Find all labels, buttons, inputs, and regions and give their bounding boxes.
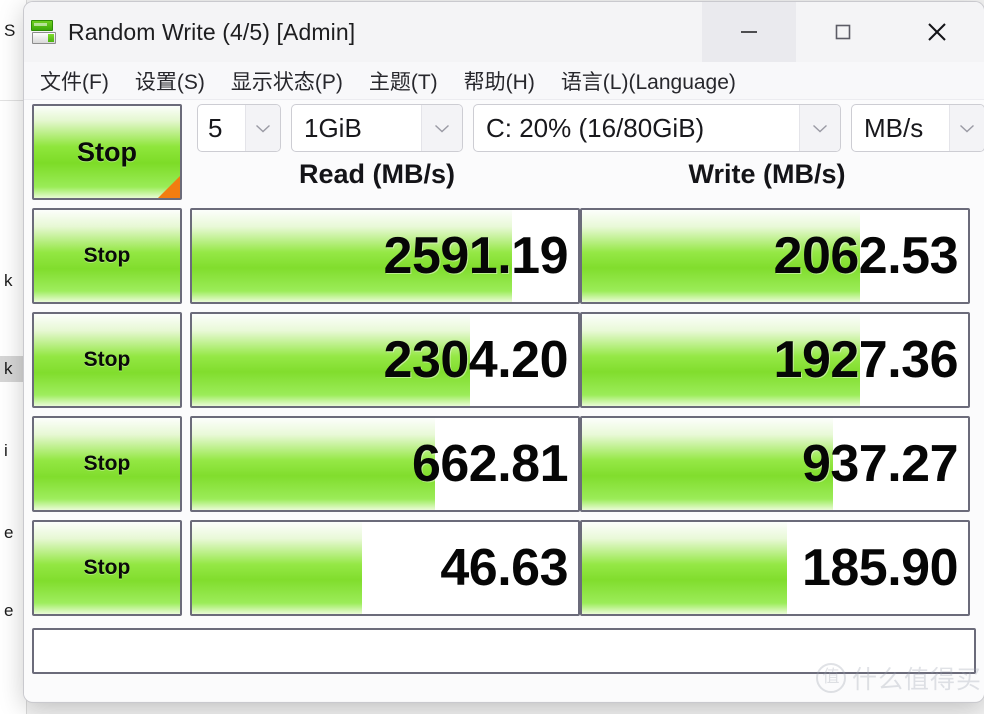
minimize-icon: [741, 31, 757, 33]
benchmark-row: Stop 662.81 937.27: [32, 416, 976, 512]
write-result-cell-row-1[interactable]: 2062.53: [580, 208, 970, 304]
write-result-value: 937.27: [801, 435, 959, 493]
read-result-value: 662.81: [411, 435, 569, 493]
stop-button-row-4[interactable]: Stop: [32, 520, 182, 616]
crystaldiskmark-icon: [30, 18, 58, 46]
write-bar-fill: [582, 418, 833, 510]
write-result-value: 185.90: [801, 539, 959, 597]
read-result-value: 46.63: [440, 539, 568, 597]
write-result-cell-row-3[interactable]: 937.27: [580, 416, 970, 512]
crystaldiskmark-window: Random Write (4/5) [Admin] 文件(F) 设置(S) 显示状: [24, 2, 984, 702]
maximize-icon: [835, 24, 851, 40]
benchmark-grid: Stop Stop 2591.19 2062.53 Stop 2304.20 1927.3…: [32, 104, 976, 694]
menu-profile[interactable]: 显示状态(P): [231, 66, 343, 96]
write-result-cell-row-4[interactable]: 185.90: [580, 520, 970, 616]
stop-button-label: Stop: [83, 244, 131, 267]
read-result-cell-row-2[interactable]: 2304.20: [190, 312, 580, 408]
stop-button-row-2[interactable]: Stop: [32, 312, 182, 408]
stop-button-label: Stop: [83, 452, 131, 475]
window-title: Random Write (4/5) [Admin]: [68, 18, 356, 45]
stop-button-label: Stop: [83, 348, 131, 371]
benchmark-row: Stop 46.63 185.90: [32, 520, 976, 616]
status-bar: [32, 628, 976, 674]
menu-language[interactable]: 语言(L)(Language): [561, 66, 736, 96]
read-bar-fill: [192, 522, 362, 614]
write-bar-fill: [582, 522, 787, 614]
menu-help[interactable]: 帮助(H): [464, 66, 535, 96]
content-area: 5 1GiB C: 20% (16/80GiB) MB/s Read (MB/s…: [24, 100, 984, 701]
menu-file[interactable]: 文件(F): [40, 66, 109, 96]
title-bar: Random Write (4/5) [Admin]: [24, 2, 984, 62]
read-result-cell-row-3[interactable]: 662.81: [190, 416, 580, 512]
background-window-strip: Skkiee: [0, 0, 30, 714]
write-result-value: 2062.53: [773, 227, 959, 285]
minimize-button[interactable]: [702, 2, 796, 62]
stop-all-button[interactable]: Stop: [32, 104, 182, 200]
profile-corner-indicator: [158, 176, 180, 198]
maximize-button[interactable]: [796, 2, 890, 62]
status-bar-row: [32, 628, 976, 674]
read-result-cell-row-4[interactable]: 46.63: [190, 520, 580, 616]
window-controls: [702, 2, 984, 62]
stop-button-label: Stop: [83, 556, 131, 579]
stop-button-row-1[interactable]: Stop: [32, 208, 182, 304]
read-result-value: 2591.19: [383, 227, 569, 285]
write-result-value: 1927.36: [773, 331, 959, 389]
stop-all-label: Stop: [77, 136, 137, 167]
benchmark-row: Stop 2304.20 1927.36: [32, 312, 976, 408]
benchmark-row: Stop 2591.19 2062.53: [32, 208, 976, 304]
stop-button-row-3[interactable]: Stop: [32, 416, 182, 512]
read-bar-fill: [192, 418, 436, 510]
write-result-cell-row-2[interactable]: 1927.36: [580, 312, 970, 408]
read-result-value: 2304.20: [383, 331, 569, 389]
menu-settings[interactable]: 设置(S): [135, 66, 205, 96]
read-result-cell-row-1[interactable]: 2591.19: [190, 208, 580, 304]
background-divider: [0, 100, 26, 101]
menu-bar: 文件(F) 设置(S) 显示状态(P) 主题(T) 帮助(H) 语言(L)(Languag…: [24, 62, 984, 100]
menu-theme[interactable]: 主题(T): [369, 66, 438, 96]
close-icon: [928, 23, 946, 41]
close-button[interactable]: [890, 2, 984, 62]
